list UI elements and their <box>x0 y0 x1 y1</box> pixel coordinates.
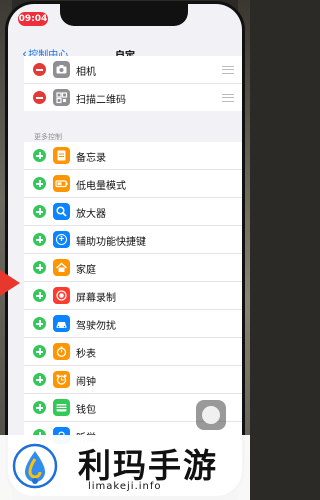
list-item-label: 放大器 <box>76 209 106 220</box>
add-button[interactable] <box>33 401 46 414</box>
list-item-notes[interactable]: 备忘录 <box>24 142 242 170</box>
add-button[interactable] <box>33 149 46 162</box>
wallet-icon <box>53 399 70 416</box>
list-item-label: 闹钟 <box>76 377 96 388</box>
add-button[interactable] <box>33 205 46 218</box>
magnifier-icon <box>53 203 70 220</box>
section-header-more-controls: 更多控制 <box>34 133 62 141</box>
add-button[interactable] <box>33 317 46 330</box>
list-item-label: 驾驶勿扰 <box>76 321 116 332</box>
qr-code-icon <box>53 89 70 106</box>
notch <box>60 4 188 26</box>
list-item-label: 低电量模式 <box>76 181 126 192</box>
list-item-camera: 相机 <box>24 56 242 84</box>
list-item-low-power[interactable]: 低电量模式 <box>24 170 242 198</box>
list-item-home[interactable]: 家庭 <box>24 254 242 282</box>
watermark-title: 利玛手游 <box>78 446 218 485</box>
stopwatch-icon <box>53 343 70 360</box>
list-item-accessibility-shortcut[interactable]: 辅助功能快捷键 <box>24 226 242 254</box>
status-bar: 09:04 <box>8 4 242 30</box>
list-item-magnifier[interactable]: 放大器 <box>24 198 242 226</box>
accessibility-icon <box>53 231 70 248</box>
add-button[interactable] <box>33 373 46 386</box>
add-button[interactable] <box>33 233 46 246</box>
home-icon <box>53 259 70 276</box>
list-item-label: 家庭 <box>76 265 96 276</box>
list-item-stopwatch[interactable]: 秒表 <box>24 338 242 366</box>
watermark-banner: 利玛手游 limakeji.info <box>0 435 250 500</box>
list-item-label: 钱包 <box>76 405 96 416</box>
notes-icon <box>53 147 70 164</box>
alarm-icon <box>53 371 70 388</box>
battery-icon <box>53 175 70 192</box>
camera-icon <box>53 61 70 78</box>
reorder-handle-icon[interactable] <box>222 94 234 102</box>
list-item-label: 屏幕录制 <box>76 293 116 304</box>
reorder-handle-icon[interactable] <box>222 66 234 74</box>
included-controls-list: 相机 扫描二维码 <box>24 56 242 111</box>
list-item-label: 秒表 <box>76 349 96 360</box>
add-button[interactable] <box>33 289 46 302</box>
assistive-touch-button[interactable] <box>196 400 226 430</box>
add-button[interactable] <box>33 177 46 190</box>
car-icon <box>53 315 70 332</box>
list-item-alarm[interactable]: 闹钟 <box>24 366 242 394</box>
phone-screen: 09:04 ‹控制中心 自定 相机 扫描二维码 更多控制 <box>8 4 242 496</box>
add-button[interactable] <box>33 261 46 274</box>
list-item-label: 扫描二维码 <box>76 95 126 106</box>
red-arrow-pointer <box>0 270 20 296</box>
list-item-label: 辅助功能快捷键 <box>76 237 146 248</box>
remove-button[interactable] <box>33 91 46 104</box>
add-button[interactable] <box>33 345 46 358</box>
list-item-qr-scanner: 扫描二维码 <box>24 84 242 111</box>
watermark-url: limakeji.info <box>88 481 162 492</box>
list-item-driving-dnd[interactable]: 驾驶勿扰 <box>24 310 242 338</box>
watermark-logo <box>12 443 58 489</box>
status-time[interactable]: 09:04 <box>18 12 48 26</box>
remove-button[interactable] <box>33 63 46 76</box>
list-item-label: 相机 <box>76 67 96 78</box>
list-item-screen-recording[interactable]: 屏幕录制 <box>24 282 242 310</box>
list-item-label: 备忘录 <box>76 153 106 164</box>
screen-record-icon <box>53 287 70 304</box>
